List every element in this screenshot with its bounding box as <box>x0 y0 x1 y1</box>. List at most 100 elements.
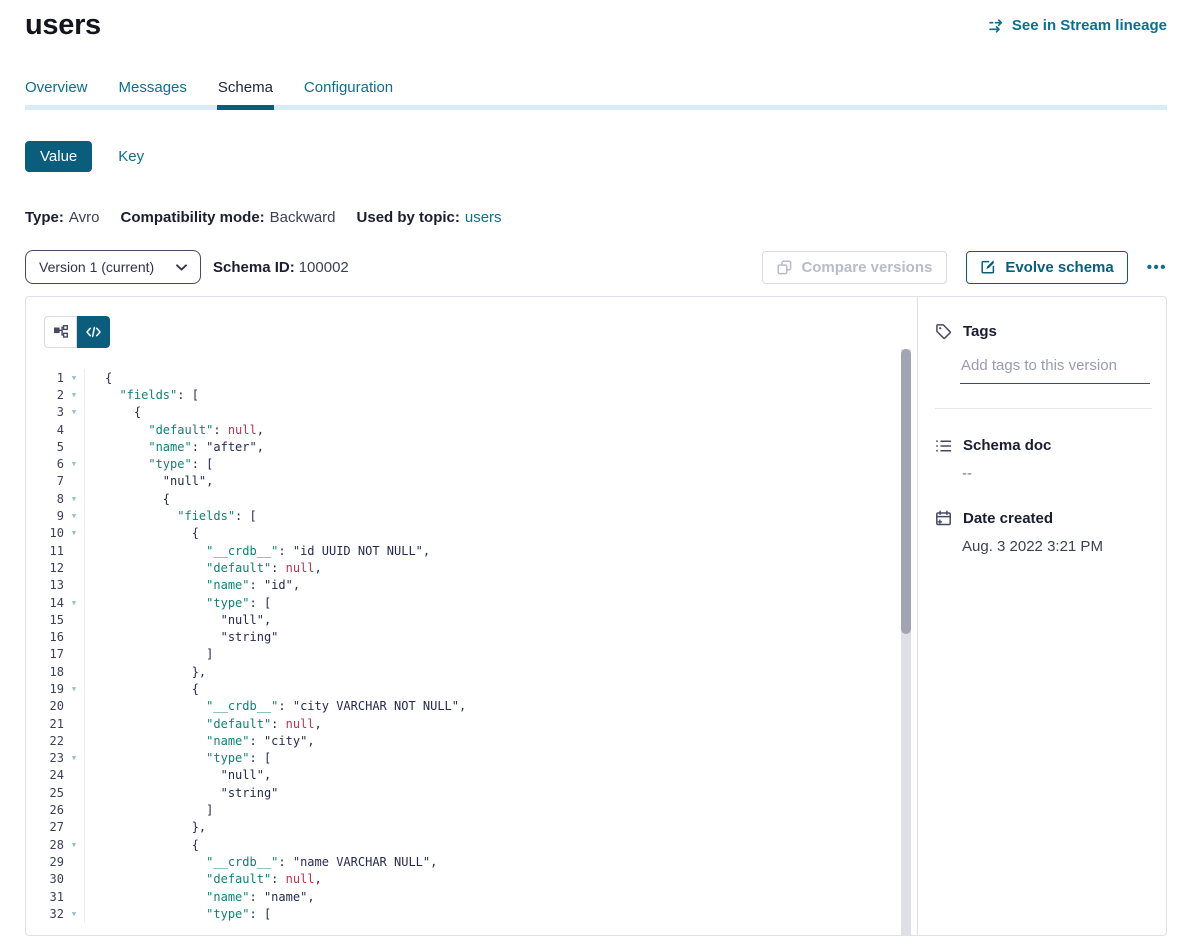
fold-spacer <box>64 628 85 645</box>
tab-overview[interactable]: Overview <box>25 79 88 110</box>
value-button[interactable]: Value <box>25 141 92 172</box>
line-number: 23 <box>26 751 64 765</box>
code-view-button[interactable] <box>77 316 110 348</box>
code-text: "__crdb__": "city VARCHAR NOT NULL", <box>85 699 466 713</box>
tab-schema[interactable]: Schema <box>218 79 273 110</box>
editor-scrollbar-track[interactable] <box>901 349 911 935</box>
schema-detail-panel: 1▼{2▼ "fields": [3▼ {4 "default": null,5… <box>25 296 1167 936</box>
code-line: 27 }, <box>26 819 917 836</box>
schema-code-panel: 1▼{2▼ "fields": [3▼ {4 "default": null,5… <box>26 297 917 935</box>
fold-arrow-icon[interactable]: ▼ <box>64 594 85 611</box>
line-number: 27 <box>26 820 64 834</box>
add-tags-input[interactable] <box>960 357 1150 384</box>
schema-tree-icon <box>53 324 69 340</box>
topic-link[interactable]: users <box>465 209 502 226</box>
code-text: "name": "city", <box>85 734 315 748</box>
fold-spacer <box>64 888 85 905</box>
fold-spacer <box>64 473 85 490</box>
fold-arrow-icon[interactable]: ▼ <box>64 369 85 386</box>
code-text: "__crdb__": "id UUID NOT NULL", <box>85 544 430 558</box>
fold-spacer <box>64 646 85 663</box>
tab-messages[interactable]: Messages <box>119 79 187 110</box>
line-number: 14 <box>26 596 64 610</box>
code-text: "type": [ <box>85 751 271 765</box>
code-text: "default": null, <box>85 561 322 575</box>
line-number: 12 <box>26 561 64 575</box>
compatibility-value: Backward <box>270 209 336 226</box>
fold-spacer <box>64 784 85 801</box>
code-text: { <box>85 526 199 540</box>
code-line: 19▼ { <box>26 680 917 697</box>
line-number: 9 <box>26 509 64 523</box>
code-line: 29 "__crdb__": "name VARCHAR NULL", <box>26 853 917 870</box>
key-button[interactable]: Key <box>118 148 144 165</box>
code-line: 13 "name": "id", <box>26 577 917 594</box>
code-line: 28▼ { <box>26 836 917 853</box>
fold-arrow-icon[interactable]: ▼ <box>64 455 85 472</box>
code-text: "string" <box>85 630 278 644</box>
fold-arrow-icon[interactable]: ▼ <box>64 750 85 767</box>
schema-sidebar: Tags Schema doc -- <box>917 297 1166 935</box>
calendar-plus-icon <box>935 510 952 527</box>
code-line: 11 "__crdb__": "id UUID NOT NULL", <box>26 542 917 559</box>
line-number: 31 <box>26 890 64 904</box>
fold-arrow-icon[interactable]: ▼ <box>64 525 85 542</box>
line-number: 28 <box>26 838 64 852</box>
code-line: 1▼{ <box>26 369 917 386</box>
code-text: "type": [ <box>85 907 271 921</box>
more-actions-button[interactable]: ••• <box>1147 259 1167 276</box>
fold-spacer <box>64 801 85 818</box>
fold-arrow-icon[interactable]: ▼ <box>64 680 85 697</box>
fold-arrow-icon[interactable]: ▼ <box>64 490 85 507</box>
code-line: 31 "name": "name", <box>26 888 917 905</box>
fold-arrow-icon[interactable]: ▼ <box>64 836 85 853</box>
code-line: 32▼ "type": [ <box>26 905 917 922</box>
fold-spacer <box>64 698 85 715</box>
tags-title-label: Tags <box>963 323 997 340</box>
version-select[interactable]: Version 1 (current) <box>25 250 201 284</box>
code-text: ] <box>85 647 213 661</box>
code-line: 2▼ "fields": [ <box>26 386 917 403</box>
code-line: 30 "default": null, <box>26 871 917 888</box>
fold-spacer <box>64 421 85 438</box>
schema-id-label: Schema ID: <box>213 259 295 276</box>
fold-arrow-icon[interactable]: ▼ <box>64 507 85 524</box>
line-number: 16 <box>26 630 64 644</box>
used-by-topic-label: Used by topic: <box>357 209 460 226</box>
line-number: 17 <box>26 647 64 661</box>
line-number: 25 <box>26 786 64 800</box>
code-text: "default": null, <box>85 717 322 731</box>
code-editor[interactable]: 1▼{2▼ "fields": [3▼ {4 "default": null,5… <box>26 369 917 923</box>
fold-arrow-icon[interactable]: ▼ <box>64 905 85 922</box>
date-created-title: Date created <box>935 510 1152 527</box>
schema-doc-title: Schema doc <box>935 437 1152 454</box>
fold-spacer <box>64 559 85 576</box>
lineage-link-label: See in Stream lineage <box>1012 17 1167 34</box>
schema-toolbar: Version 1 (current) Schema ID:100002 Com… <box>25 250 1167 284</box>
evolve-schema-button[interactable]: Evolve schema <box>966 251 1127 284</box>
code-text: "string" <box>85 786 278 800</box>
date-created-value: Aug. 3 2022 3:21 PM <box>962 538 1152 555</box>
tab-configuration[interactable]: Configuration <box>304 79 393 110</box>
fold-spacer <box>64 611 85 628</box>
see-in-stream-lineage-link[interactable]: See in Stream lineage <box>988 17 1167 34</box>
date-created-section: Date created Aug. 3 2022 3:21 PM <box>935 510 1152 555</box>
fold-arrow-icon[interactable]: ▼ <box>64 404 85 421</box>
line-number: 7 <box>26 474 64 488</box>
tab-bar: Overview Messages Schema Configuration <box>25 79 1167 110</box>
line-number: 1 <box>26 371 64 385</box>
fold-spacer <box>64 663 85 680</box>
fold-arrow-icon[interactable]: ▼ <box>64 386 85 403</box>
line-number: 18 <box>26 665 64 679</box>
tree-view-button[interactable] <box>44 316 77 348</box>
code-line: 14▼ "type": [ <box>26 594 917 611</box>
schema-doc-value: -- <box>962 465 1152 482</box>
compare-versions-button[interactable]: Compare versions <box>762 251 947 284</box>
type-label: Type: <box>25 209 64 226</box>
line-number: 15 <box>26 613 64 627</box>
editor-view-toggle <box>44 316 110 348</box>
evolve-schema-label: Evolve schema <box>1005 259 1113 276</box>
editor-scrollbar-thumb[interactable] <box>901 349 911 634</box>
line-number: 19 <box>26 682 64 696</box>
page: users See in Stream lineage Overview Mess… <box>0 0 1189 936</box>
